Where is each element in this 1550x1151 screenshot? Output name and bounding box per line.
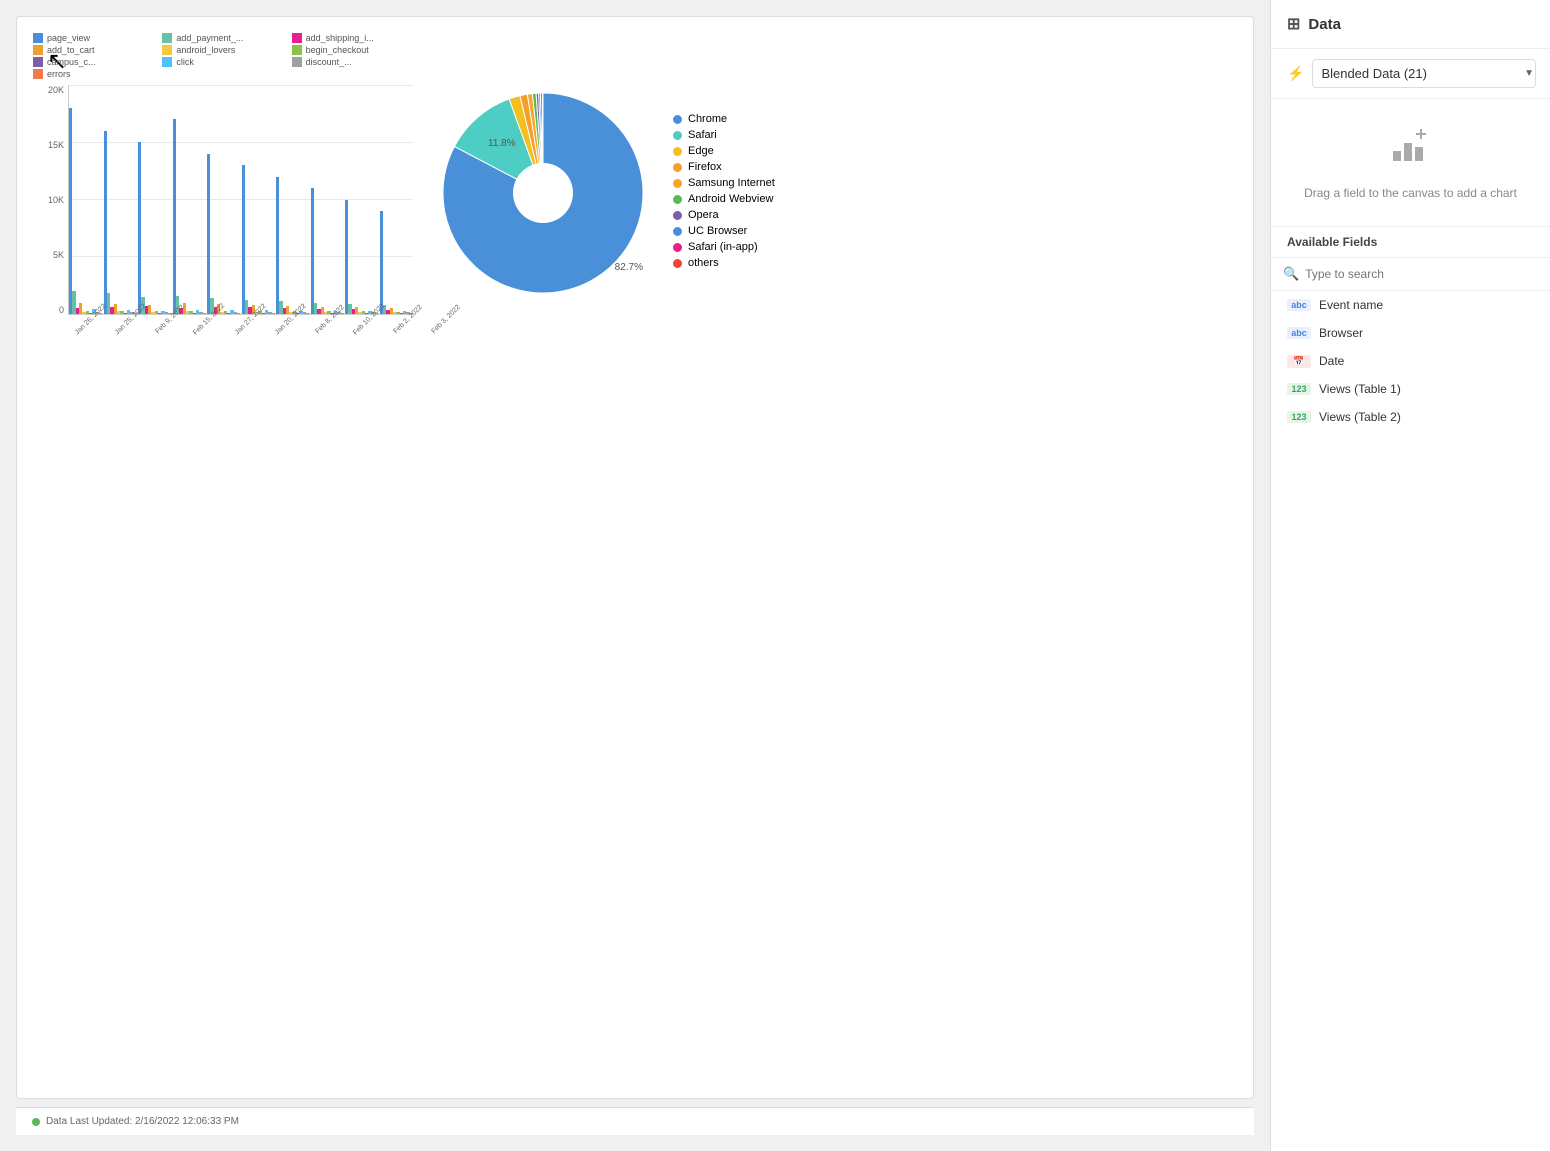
drop-zone-text: Drag a field to the canvas to add a char… (1304, 184, 1517, 202)
bar-group (104, 85, 138, 314)
fields-list: abc Event name abc Browser 📅 Date 123 Views (Ta… (1271, 291, 1550, 431)
status-dot (32, 1118, 40, 1126)
bar-group (345, 85, 379, 314)
pie-legend-item: Samsung Internet (673, 177, 775, 189)
canvas-inner: page_view add_payment_... add_shipping_i..… (33, 33, 1237, 1082)
legend-item: page_view (33, 33, 154, 43)
sidebar: ⊞ Data ⚡ Blended Data (21) ▼ Drag a fiel… (1270, 0, 1550, 1151)
field-item-date[interactable]: 📅 Date (1271, 347, 1550, 375)
field-type-badge: 📅 (1287, 355, 1311, 368)
bar (138, 142, 141, 314)
pie-legend-item: Edge (673, 145, 775, 157)
bar (276, 177, 279, 314)
legend-item: click (162, 57, 283, 67)
bar-group (276, 85, 310, 314)
bar (173, 119, 176, 314)
drop-zone: Drag a field to the canvas to add a char… (1271, 99, 1550, 227)
field-type-badge: 123 (1287, 411, 1311, 423)
y-label: 15K (48, 140, 64, 150)
bar-group (380, 85, 414, 314)
field-label: Views (Table 1) (1319, 382, 1401, 396)
status-bar: Data Last Updated: 2/16/2022 12:06:33 PM (16, 1107, 1254, 1135)
bar-chart-section: page_view add_payment_... add_shipping_i..… (33, 33, 413, 373)
pie-legend-item: Firefox (673, 161, 775, 173)
pie-legend-item: Opera (673, 209, 775, 221)
bar-group (138, 85, 172, 314)
search-input[interactable] (1305, 267, 1538, 281)
y-axis: 20K 15K 10K 5K 0 (33, 85, 68, 315)
chart-plot (68, 85, 413, 315)
legend-item: add_shipping_i... (292, 33, 413, 43)
bar (104, 131, 107, 314)
y-label: 20K (48, 85, 64, 95)
table-icon: ⊞ (1287, 14, 1300, 34)
bar (237, 313, 240, 314)
bar (242, 165, 245, 314)
bar-chart-legend: page_view add_payment_... add_shipping_i..… (33, 33, 413, 79)
field-type-badge: 123 (1287, 383, 1311, 395)
search-icon: 🔍 (1283, 266, 1299, 282)
pie-legend: Chrome Safari Edge Firefox Samsung Internet A… (673, 113, 775, 273)
legend-item: add_payment_... (162, 33, 283, 43)
search-row[interactable]: 🔍 (1271, 258, 1550, 291)
chart-add-icon (1391, 123, 1431, 176)
canvas-container: ↖ page_viewadd_payment_...add_shipping_i… (16, 16, 1254, 1099)
field-item-event_name[interactable]: abc Event name (1271, 291, 1550, 319)
pie-legend-item: Chrome (673, 113, 775, 125)
pie-label-82: 82.7% (615, 262, 643, 273)
field-label: Event name (1319, 298, 1383, 312)
legend-item: discount_... (292, 57, 413, 67)
bar-group (173, 85, 207, 314)
pie-legend-item: UC Browser (673, 225, 775, 237)
legend-item: add_to_cart (33, 45, 154, 55)
field-label: Date (1319, 354, 1344, 368)
pie-chart-section: 82.7% 11.8% Chrome Safari Edge Firefox Samsu… (433, 33, 893, 353)
status-text: Data Last Updated: 2/16/2022 12:06:33 PM (46, 1116, 239, 1127)
pie-legend-item: Android Webview (673, 193, 775, 205)
pie-label-11: 11.8% (488, 138, 516, 149)
bar-group (242, 85, 276, 314)
bar-group (69, 85, 103, 314)
field-item-views_t1[interactable]: 123 Views (Table 1) (1271, 375, 1550, 403)
main-area: ↖ page_viewadd_payment_...add_shipping_i… (0, 0, 1270, 1151)
x-axis-labels: Jan 26, 2022Jan 25, 2022Feb 9, 2022Feb 1… (68, 315, 413, 345)
data-source-select[interactable]: Blended Data (21) (1312, 59, 1536, 88)
bar-group (207, 85, 241, 314)
bar (207, 154, 210, 314)
field-label: Views (Table 2) (1319, 410, 1401, 424)
pie-legend-item: others (673, 257, 775, 269)
y-label: 10K (48, 195, 64, 205)
bar (311, 188, 314, 314)
bar (345, 200, 348, 315)
bar (203, 313, 206, 314)
bar (380, 211, 383, 314)
y-label: 0 (59, 305, 64, 315)
field-type-badge: abc (1287, 299, 1311, 311)
sidebar-header: ⊞ Data (1271, 0, 1550, 49)
pie-legend-item: Safari (673, 129, 775, 141)
sidebar-title: Data (1308, 16, 1341, 33)
person-icon: ⚡ (1287, 65, 1304, 82)
field-item-browser[interactable]: abc Browser (1271, 319, 1550, 347)
field-label: Browser (1319, 326, 1363, 340)
bar (69, 108, 72, 314)
bar-chart-area: 20K15K10K5K0 Jan 26, 2022Jan 2 (33, 85, 413, 345)
y-label: 5K (53, 250, 64, 260)
legend-item: android_lovers (162, 45, 283, 55)
pie-legend-item: Safari (in-app) (673, 241, 775, 253)
pie-wrapper: 82.7% 11.8% (433, 83, 653, 303)
field-type-badge: abc (1287, 327, 1311, 339)
bar-group (311, 85, 345, 314)
available-fields-header: Available Fields (1271, 227, 1550, 258)
data-source-row: ⚡ Blended Data (21) ▼ (1271, 49, 1550, 99)
legend-item: campus_c... (33, 57, 154, 67)
legend-item: begin_checkout (292, 45, 413, 55)
field-item-views_t2[interactable]: 123 Views (Table 2) (1271, 403, 1550, 431)
legend-item: errors (33, 69, 154, 79)
